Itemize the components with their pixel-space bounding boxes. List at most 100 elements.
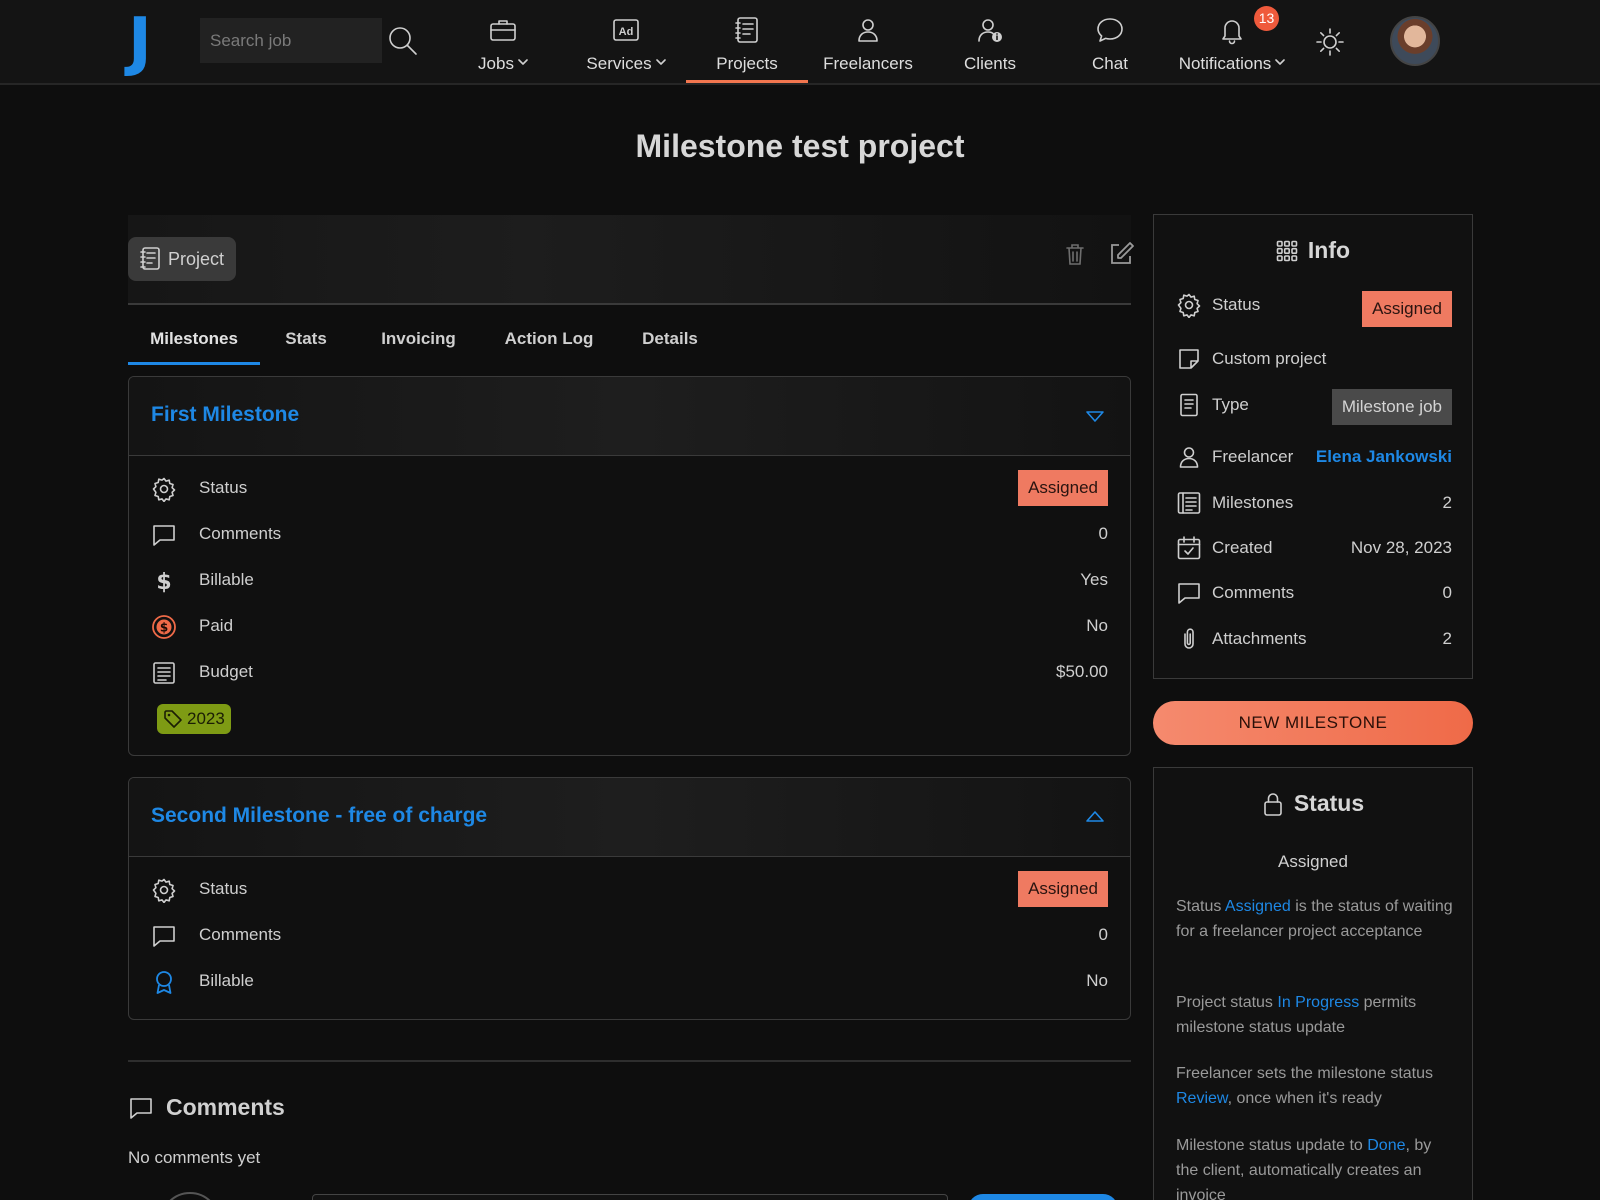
current-status-text: Assigned xyxy=(1278,852,1348,871)
briefcase-icon xyxy=(488,15,518,45)
milestone-row-paid: $ Paid No xyxy=(129,604,1130,650)
milestone-row-comments: Comments 0 xyxy=(129,512,1130,558)
bell-icon xyxy=(1217,15,1247,45)
edit-icon[interactable] xyxy=(1106,239,1136,269)
info-row-status: Status Assigned xyxy=(1154,285,1474,327)
nav-item-clients[interactable]: Clients xyxy=(950,0,1030,85)
nav-item-projects[interactable]: Projects xyxy=(686,0,808,85)
chevron-down-icon xyxy=(518,59,528,65)
status-badge: Assigned xyxy=(1362,291,1452,327)
gear-icon xyxy=(152,477,176,502)
comment-input[interactable] xyxy=(312,1194,948,1200)
person-icon xyxy=(853,15,883,45)
milestone-title[interactable]: Second Milestone - free of charge xyxy=(151,804,487,828)
milestone-title[interactable]: First Milestone xyxy=(151,403,299,427)
tab-invoicing[interactable]: Invoicing xyxy=(381,319,456,365)
project-type-chip: Project xyxy=(128,237,237,281)
nav-item-services[interactable]: Ad Services xyxy=(578,0,674,85)
nav-item-jobs[interactable]: Jobs xyxy=(468,0,538,85)
info-row-milestones: Milestones 2 xyxy=(1154,483,1474,523)
gear-icon xyxy=(152,878,176,903)
status-link-done[interactable]: Done xyxy=(1367,1137,1405,1154)
status-badge: Assigned xyxy=(1018,871,1108,907)
comments-heading: Comments xyxy=(128,1094,285,1121)
triangle-down-icon[interactable] xyxy=(1084,405,1106,427)
tag-icon xyxy=(164,710,182,728)
info-label-milestones: Milestones xyxy=(1212,493,1294,512)
milestone-header[interactable]: First Milestone xyxy=(129,377,1130,456)
row-value-billable: No xyxy=(1086,971,1108,990)
notification-count-badge: 13 xyxy=(1254,6,1279,31)
project-main: Project Milestones Stats Invoicing Actio… xyxy=(128,215,1134,1020)
gear-icon xyxy=(1177,293,1201,318)
status-help-paragraph: Freelancer sets the milestone status Rev… xyxy=(1176,1061,1456,1111)
nav-label-projects: Projects xyxy=(716,54,778,73)
tab-details[interactable]: Details xyxy=(641,319,699,365)
info-title-label: Info xyxy=(1307,237,1351,263)
grid-icon xyxy=(1276,240,1298,261)
row-label-status: Status xyxy=(199,879,248,898)
trash-icon[interactable] xyxy=(1060,239,1090,269)
notebook-icon xyxy=(140,247,160,270)
tab-stats[interactable]: Stats xyxy=(284,319,328,365)
info-label-created: Created xyxy=(1212,538,1273,557)
type-badge: Milestone job xyxy=(1331,389,1452,425)
row-value-comments: 0 xyxy=(1098,925,1108,944)
chevron-down-icon xyxy=(1275,59,1286,65)
new-milestone-button[interactable]: NEW MILESTONE xyxy=(1153,701,1473,745)
freelancer-link[interactable]: Elena Jankowski xyxy=(1316,447,1452,467)
info-value-comments: 0 xyxy=(1442,583,1452,602)
milestone-card: First Milestone Status Assigned Comments… xyxy=(128,376,1131,756)
status-text: Project status xyxy=(1176,994,1278,1011)
lock-icon xyxy=(1264,792,1282,816)
nav-label-services: Services xyxy=(586,54,652,73)
info-row-freelancer: Freelancer Elena Jankowski xyxy=(1154,437,1474,477)
row-label-billable: Billable xyxy=(199,570,254,589)
nav-item-chat[interactable]: Chat xyxy=(1070,0,1150,85)
search-input[interactable] xyxy=(200,18,382,63)
row-value-paid: No xyxy=(1086,616,1108,635)
nav-item-freelancers[interactable]: Freelancers xyxy=(820,0,916,85)
search-icon[interactable] xyxy=(386,24,420,58)
milestone-tags: 2023 xyxy=(129,696,1130,742)
nav-item-notifications[interactable]: 13 Notifications xyxy=(1172,0,1292,85)
tab-milestones[interactable]: Milestones xyxy=(128,319,260,365)
row-label-billable: Billable xyxy=(199,971,254,990)
row-label-status: Status xyxy=(199,478,248,497)
status-link-assigned[interactable]: Assigned xyxy=(1225,898,1291,915)
status-help-paragraph: Milestone status update to Done, by the … xyxy=(1176,1133,1456,1200)
row-label-budget: Budget xyxy=(199,662,253,681)
ledger-icon xyxy=(153,662,175,684)
top-navigation: J Jobs Ad Services Projects Freelancers … xyxy=(0,0,1600,85)
chat-bubble-icon xyxy=(1095,15,1125,45)
user-avatar[interactable] xyxy=(1390,16,1440,66)
sun-icon[interactable] xyxy=(1314,26,1346,58)
svg-text:$: $ xyxy=(160,621,168,635)
status-link-in-progress[interactable]: In Progress xyxy=(1277,994,1359,1011)
triangle-up-icon[interactable] xyxy=(1084,806,1106,828)
nav-label-chat: Chat xyxy=(1092,54,1128,73)
person-icon xyxy=(1179,447,1199,468)
comment-icon xyxy=(130,1097,152,1119)
tag-chip[interactable]: 2023 xyxy=(157,704,231,734)
status-text: , once when it's ready xyxy=(1227,1090,1382,1107)
coin-icon: $ xyxy=(152,615,176,639)
row-value-budget: $50.00 xyxy=(1056,662,1108,681)
document-icon xyxy=(1180,393,1198,417)
status-link-review[interactable]: Review xyxy=(1176,1090,1228,1107)
status-help-paragraph: Status Assigned is the status of waiting… xyxy=(1176,894,1456,944)
info-row-created: Created Nov 28, 2023 xyxy=(1154,528,1474,568)
comment-icon xyxy=(153,525,175,546)
milestone-card: Second Milestone - free of charge Status… xyxy=(128,777,1131,1020)
info-card-title: Info xyxy=(1154,237,1472,264)
sticky-note-icon xyxy=(1179,349,1199,369)
submit-comment-button[interactable] xyxy=(968,1194,1118,1200)
svg-text:Ad: Ad xyxy=(619,26,634,38)
milestone-header[interactable]: Second Milestone - free of charge xyxy=(129,778,1130,857)
status-card-title: Status xyxy=(1154,790,1472,817)
project-chip-label: Project xyxy=(168,248,225,269)
row-label-paid: Paid xyxy=(199,616,234,635)
tab-action-log[interactable]: Action Log xyxy=(504,319,594,365)
nav-label-freelancers: Freelancers xyxy=(823,54,913,73)
brand-logo[interactable]: J xyxy=(128,10,168,74)
